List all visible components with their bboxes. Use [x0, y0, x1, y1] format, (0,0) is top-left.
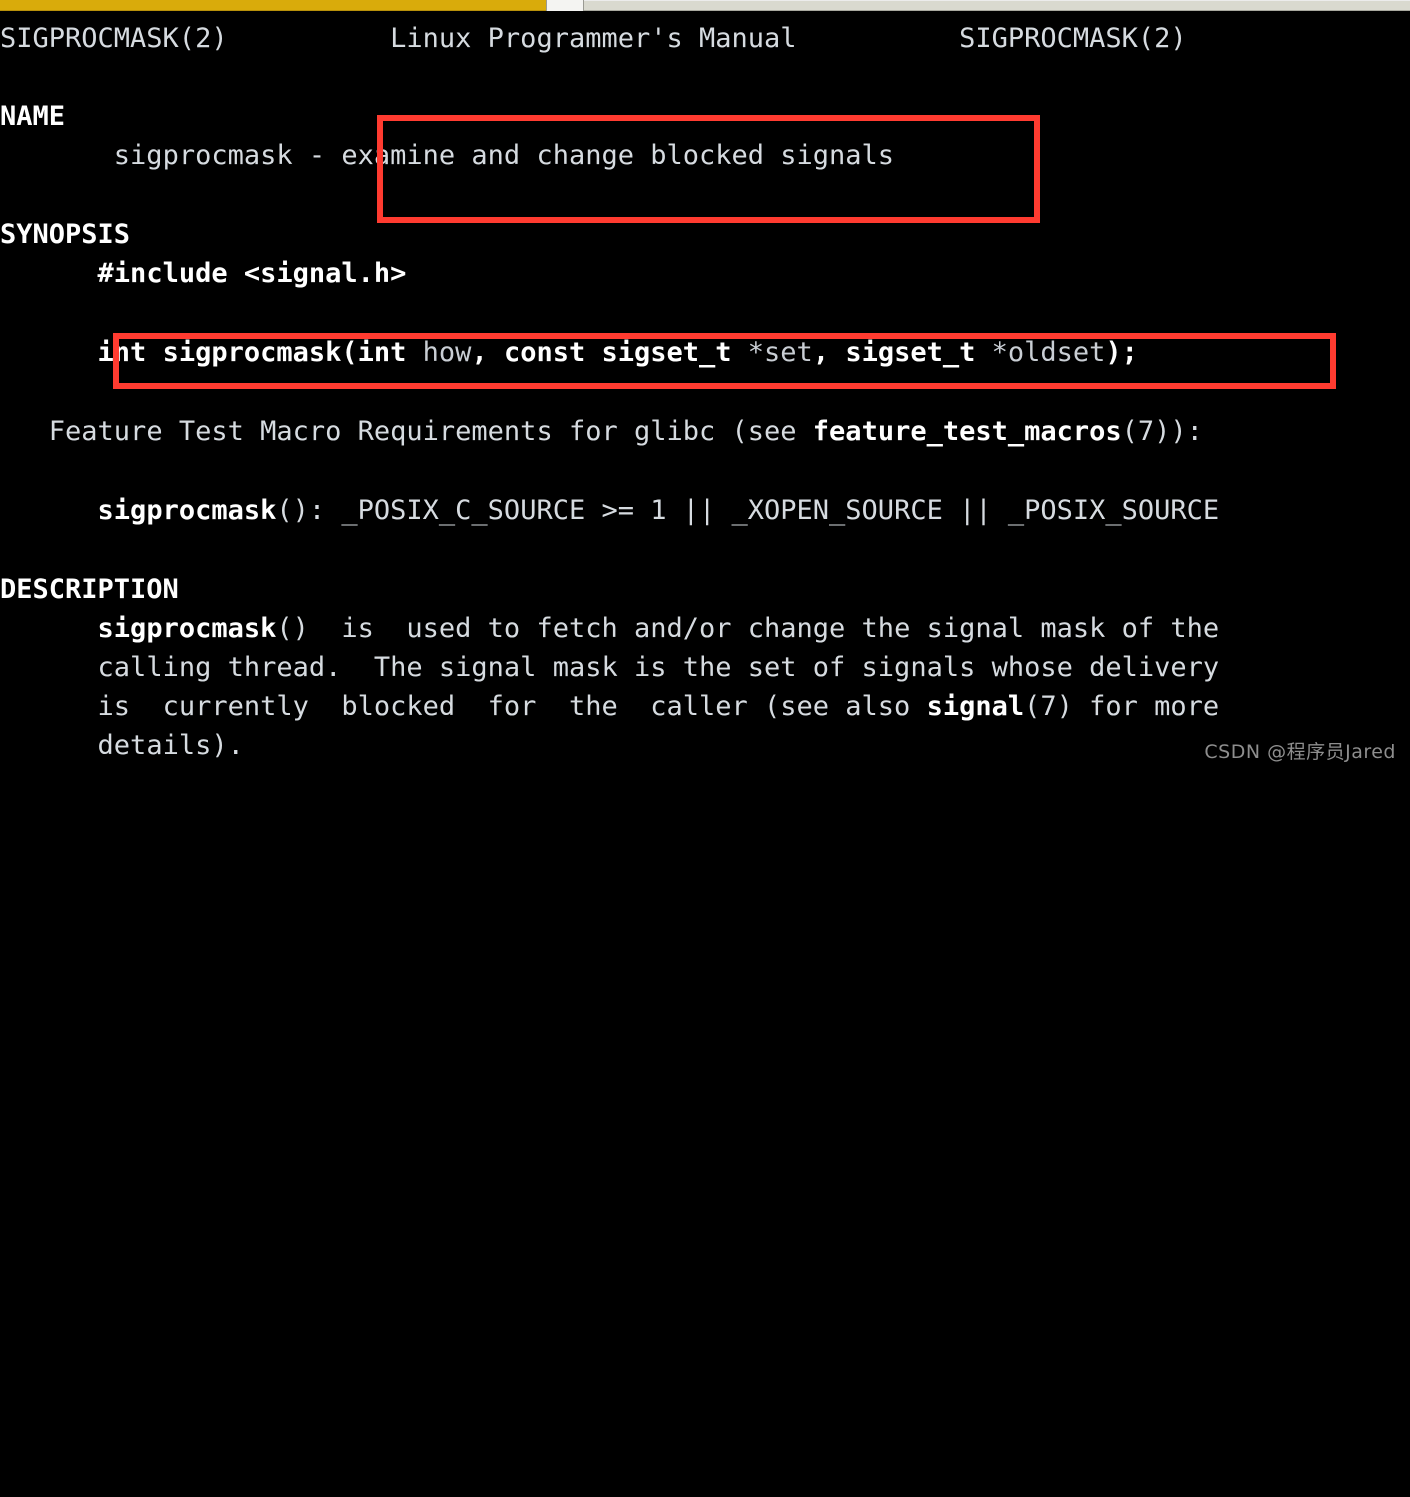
manpage-header-right-spacer: [797, 23, 960, 54]
desc2-indent: [0, 652, 98, 683]
prototype-type-const-sigset: , const sigset_t: [471, 337, 732, 368]
desc4-text: details).: [97, 730, 244, 761]
include-directive: #include <signal.h>: [97, 258, 407, 289]
description-heading-label: DESCRIPTION: [0, 574, 179, 605]
prototype-type-sigset: , sigset_t: [812, 337, 976, 368]
window-title-bar: [0, 0, 1410, 11]
desc1-indent: [0, 613, 98, 644]
desc3-text-a: is currently blocked for the caller (see…: [97, 691, 927, 722]
prototype-return-and-name: int sigprocmask(int: [97, 337, 407, 368]
description-line-3: is currently blocked for the caller (see…: [0, 687, 1410, 726]
include-indent: [0, 258, 98, 289]
posix-function-name: sigprocmask: [97, 495, 277, 526]
name-indent: [0, 140, 114, 171]
desc3-text-b: (7) for more: [1024, 691, 1220, 722]
ftm-indent: [0, 416, 49, 447]
manpage-header-center-spacer: [228, 23, 391, 54]
section-heading-synopsis: SYNOPSIS: [0, 215, 1410, 254]
prototype-indent: [0, 337, 98, 368]
prototype-param-how: how: [406, 337, 472, 368]
desc-function-name: sigprocmask: [97, 613, 277, 644]
watermark-text: CSDN @程序员Jared: [1204, 741, 1396, 763]
title-bar-tab[interactable]: [546, 0, 584, 11]
ftm-manpage-reference: feature_test_macros: [812, 416, 1122, 447]
name-summary: examine and change blocked signals: [341, 140, 895, 171]
title-bar-background: [584, 0, 1410, 11]
manpage-header: SIGPROCMASK(2) Linux Programmer's Manual…: [0, 19, 1410, 58]
manpage-header-center: Linux Programmer's Manual: [390, 23, 797, 54]
manpage-header-left: SIGPROCMASK(2): [0, 23, 228, 54]
section-heading-name: NAME: [0, 97, 1410, 136]
prototype-terminator: );: [1105, 337, 1138, 368]
desc1-text: () is used to fetch and/or change the si…: [276, 613, 1220, 644]
posix-macro-line: sigprocmask(): _POSIX_C_SOURCE >= 1 || _…: [0, 491, 1410, 530]
ftm-prefix: Feature Test Macro Requirements for glib…: [48, 416, 813, 447]
prototype-param-set: *set: [731, 337, 813, 368]
terminal-manpage-view[interactable]: SIGPROCMASK(2) Linux Programmer's Manual…: [0, 15, 1410, 780]
posix-requirements: (): _POSIX_C_SOURCE >= 1 || _XOPEN_SOURC…: [276, 495, 1220, 526]
description-line-1: sigprocmask() is used to fetch and/or ch…: [0, 609, 1410, 648]
manpage-header-right: SIGPROCMASK(2): [959, 23, 1187, 54]
desc2-text: calling thread. The signal mask is the s…: [97, 652, 1220, 683]
title-bar-accent: [0, 0, 546, 11]
synopsis-prototype-line: int sigprocmask(int how, const sigset_t …: [0, 333, 1410, 372]
name-subject: sigprocmask -: [113, 140, 342, 171]
name-section-body: sigprocmask - examine and change blocked…: [0, 136, 1410, 175]
synopsis-heading-label: SYNOPSIS: [0, 219, 131, 250]
synopsis-include-line: #include <signal.h>: [0, 254, 1410, 293]
description-line-2: calling thread. The signal mask is the s…: [0, 648, 1410, 687]
desc-signal-reference: signal: [926, 691, 1025, 722]
feature-test-macro-line: Feature Test Macro Requirements for glib…: [0, 412, 1410, 451]
description-line-4: details).: [0, 726, 1410, 765]
posix-indent: [0, 495, 98, 526]
prototype-param-oldset: *oldset: [975, 337, 1106, 368]
desc3-indent: [0, 691, 98, 722]
desc4-indent: [0, 730, 98, 761]
section-heading-description: DESCRIPTION: [0, 570, 1410, 609]
name-heading-label: NAME: [0, 101, 66, 132]
ftm-suffix: (7)):: [1121, 416, 1203, 447]
